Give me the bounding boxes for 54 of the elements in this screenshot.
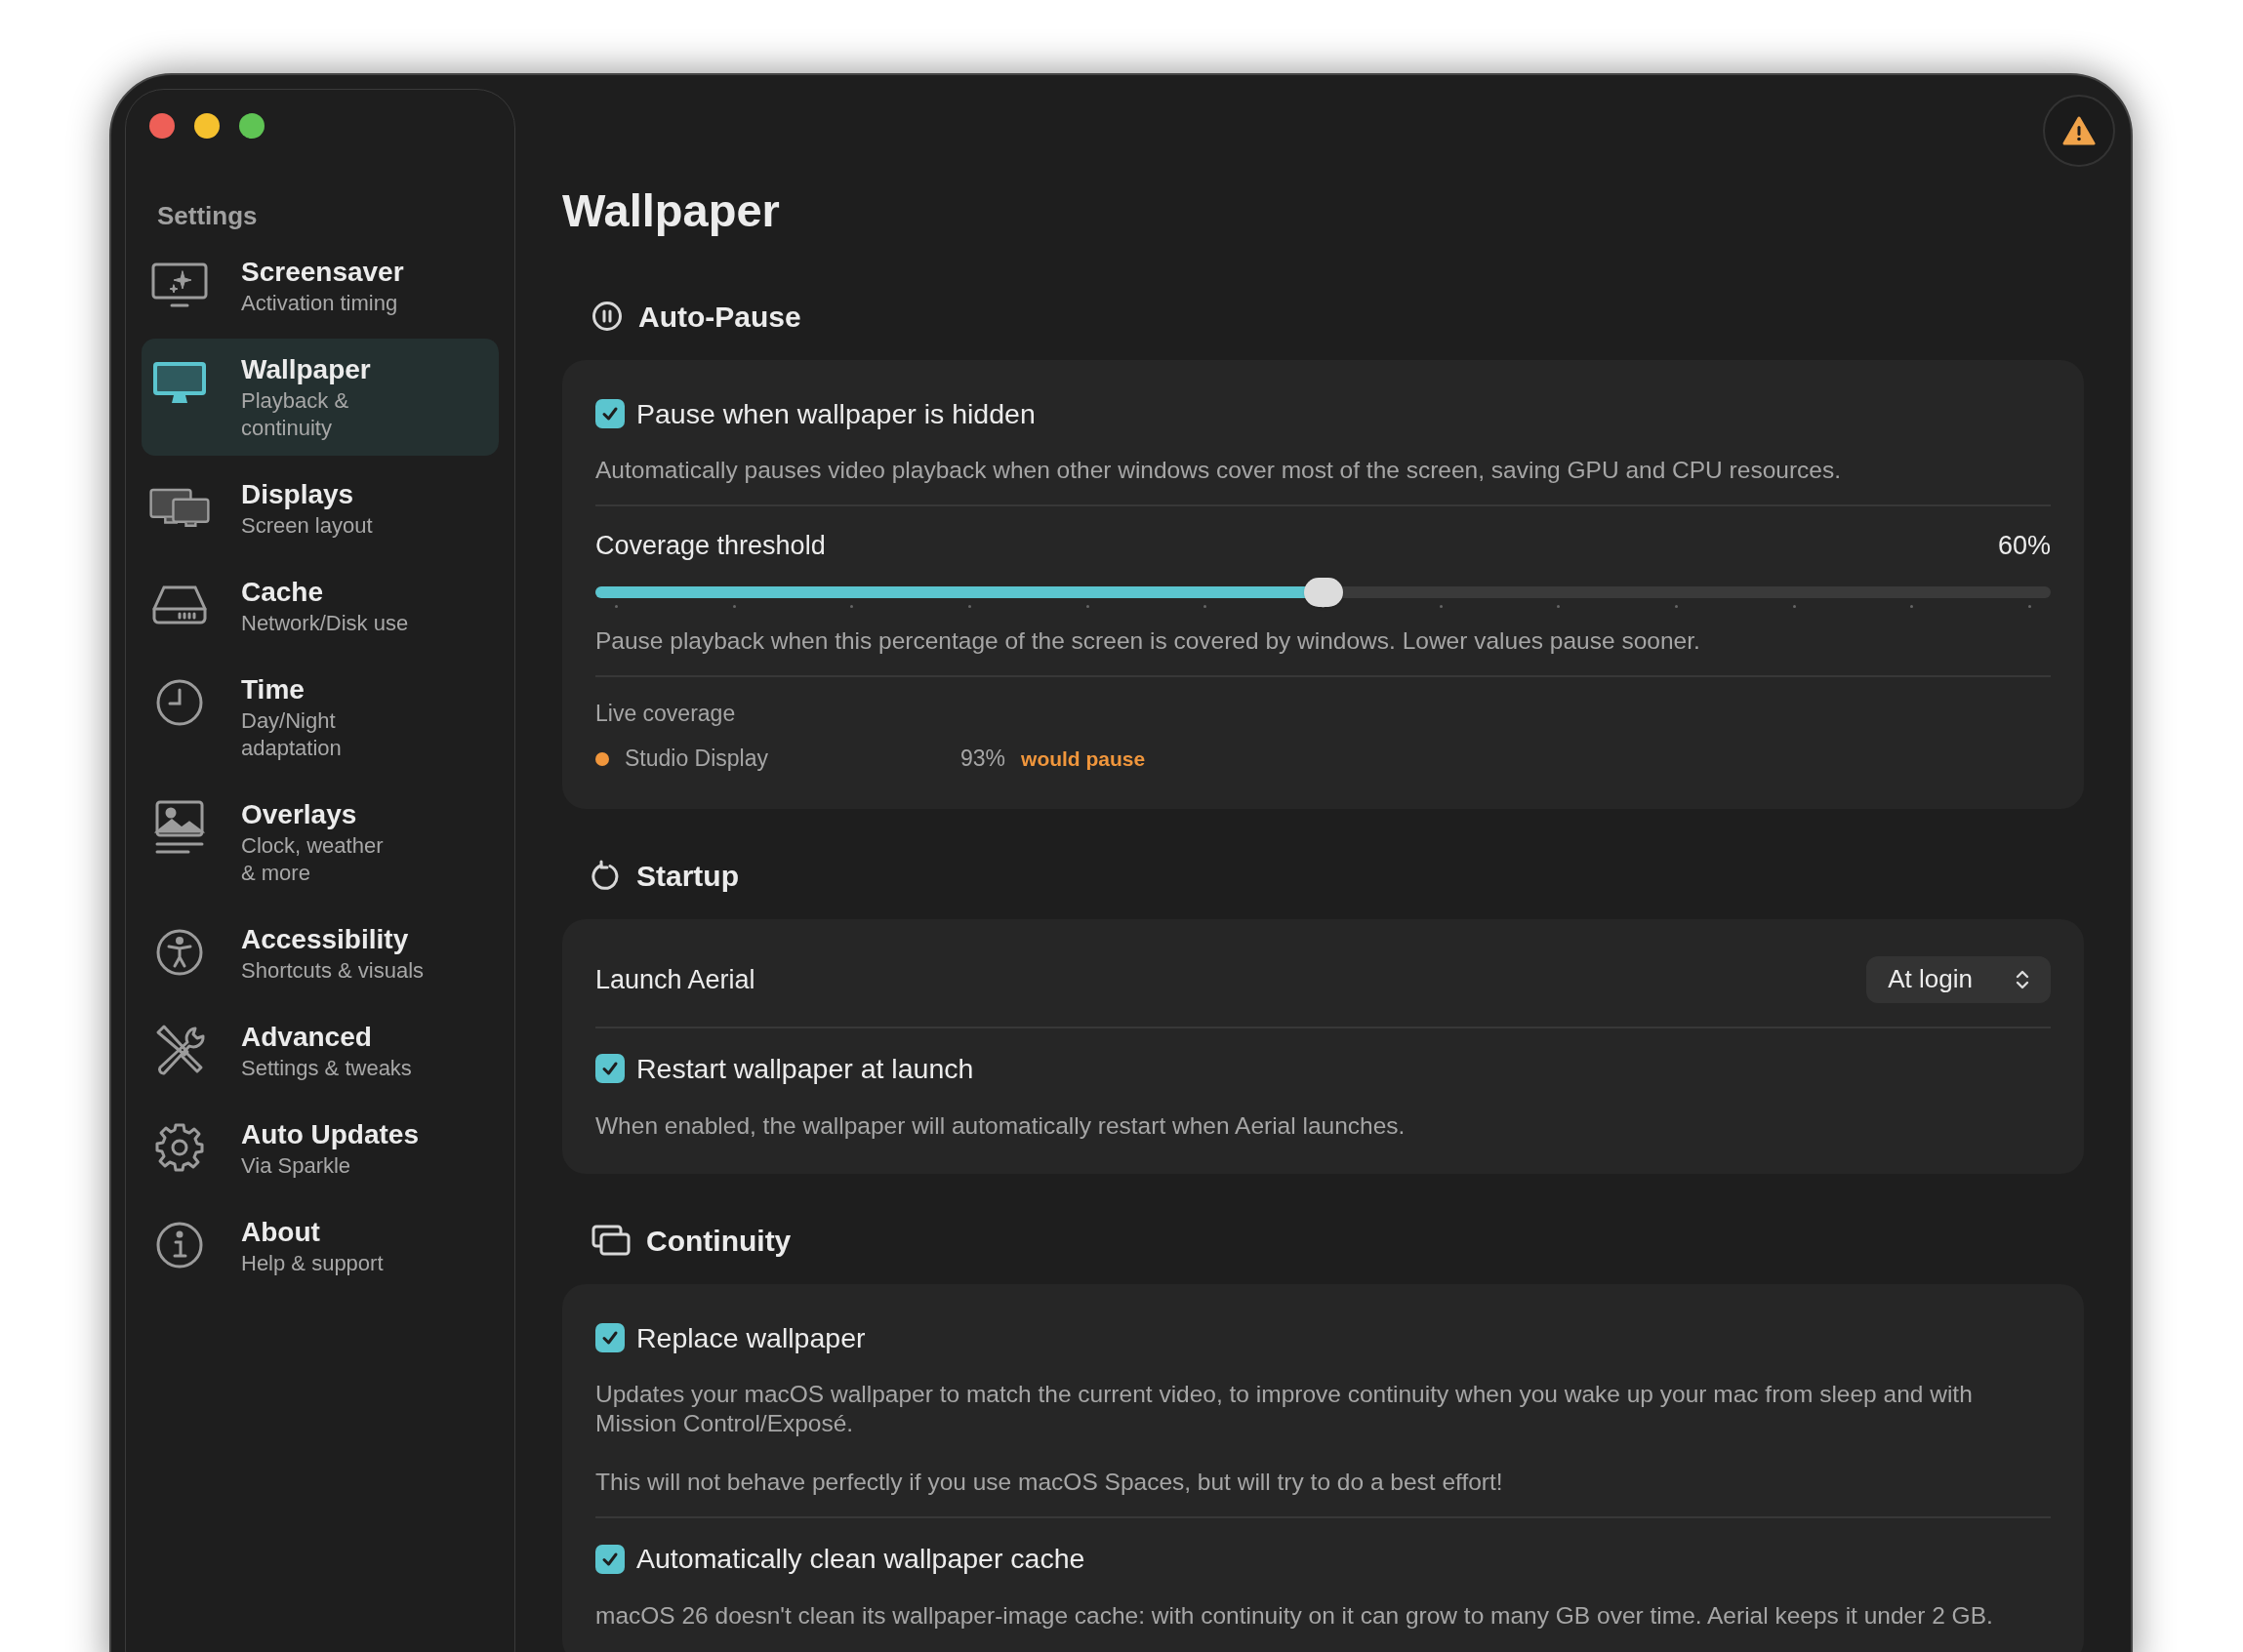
- description-text: Automatically pauses video playback when other windows cover most of the screen, saving GPU and CPU resources.: [595, 456, 1842, 486]
- live-coverage-label: Live coverage: [595, 699, 736, 728]
- display-name: Studio Display: [625, 745, 770, 774]
- sidebar-item[interactable]: Advanced Settings & tweaks: [142, 1006, 499, 1096]
- checkbox-label[interactable]: Replace wallpaper: [636, 1316, 866, 1359]
- sidebar-item[interactable]: Cache Network/Disk use: [142, 561, 499, 651]
- checkbox[interactable]: [595, 398, 625, 428]
- section-title: Startup: [636, 858, 739, 894]
- checkbox[interactable]: [595, 1054, 625, 1084]
- coverage-value: 93%: [960, 745, 1006, 774]
- description-text: Pause playback when this percentage of the screen is covered by windows. Lower values pause sooner.: [595, 625, 1701, 656]
- sidebar-item[interactable]: Auto Updates Via Sparkle: [142, 1104, 499, 1193]
- pause-circle-icon: [591, 301, 623, 332]
- minimize-button[interactable]: [194, 113, 220, 139]
- description-text: This will not behave perfectly if you use macOS Spaces, but will try to do a best effort!: [595, 1468, 1504, 1498]
- sidebar-item[interactable]: Screensaver Activation timing: [142, 241, 499, 331]
- sidebar-item[interactable]: Time Day/Night adaptation: [142, 659, 499, 776]
- info-icon: [155, 1221, 204, 1269]
- warning-icon: [2062, 116, 2096, 145]
- checkbox-label[interactable]: Pause when wallpaper is hidden: [636, 392, 1036, 435]
- zoom-button[interactable]: [239, 113, 265, 139]
- sidebar-item[interactable]: About Help & support: [142, 1201, 499, 1291]
- close-button[interactable]: [149, 113, 175, 139]
- slider-value: 60%: [1997, 530, 2051, 563]
- slider-label: Coverage threshold: [595, 530, 826, 563]
- slider-thumb[interactable]: [1303, 577, 1343, 607]
- setting-label: Launch Aerial: [595, 963, 755, 996]
- launch-dropdown[interactable]: At login: [1866, 955, 2051, 1003]
- accessibility-icon: [155, 928, 204, 977]
- chevron-up-down-icon: [2016, 968, 2029, 990]
- clock-icon: [155, 678, 204, 727]
- sidebar-item[interactable]: Overlays Clock, weather & more: [142, 784, 499, 901]
- sidebar-item[interactable]: Wallpaper Playback & continuity: [142, 339, 499, 456]
- description-text: When enabled, the wallpaper will automatically restart when Aerial launches.: [595, 1110, 1407, 1141]
- description-text: macOS 26 doesn't clean its wallpaper-image cache: with continuity on it can grow to many GB over time. Aerial keeps it under 2 GB.: [595, 1601, 1994, 1631]
- section-title: Auto-Pause: [638, 299, 801, 335]
- section-title: Continuity: [646, 1223, 792, 1259]
- status-text: would pause: [1021, 745, 1146, 772]
- page-title: Wallpaper: [562, 183, 780, 238]
- sidebar-title: Settings: [157, 200, 258, 232]
- checkbox-label[interactable]: Automatically clean wallpaper cache: [636, 1538, 1085, 1580]
- sidebar-item[interactable]: Accessibility Shortcuts & visuals: [142, 908, 499, 998]
- checkbox[interactable]: [595, 1322, 625, 1352]
- sidebar-item[interactable]: Displays Screen layout: [142, 463, 499, 553]
- monitor-sparkle-icon: [150, 262, 209, 308]
- description-text: Updates your macOS wallpaper to match the current video, to improve continuity when you wake up your mac from sleep and with Mission Control/Exposé.: [595, 1380, 1974, 1439]
- photo-lines-icon: [154, 799, 205, 856]
- monitor-icon: [150, 359, 209, 406]
- checkbox-label[interactable]: Restart wallpaper at launch: [636, 1047, 974, 1090]
- checkbox[interactable]: [595, 1544, 625, 1574]
- settings-icon: [154, 1122, 205, 1173]
- refresh-icon: [591, 860, 621, 892]
- windows-icon: [591, 1225, 631, 1256]
- drive-icon: [150, 584, 209, 626]
